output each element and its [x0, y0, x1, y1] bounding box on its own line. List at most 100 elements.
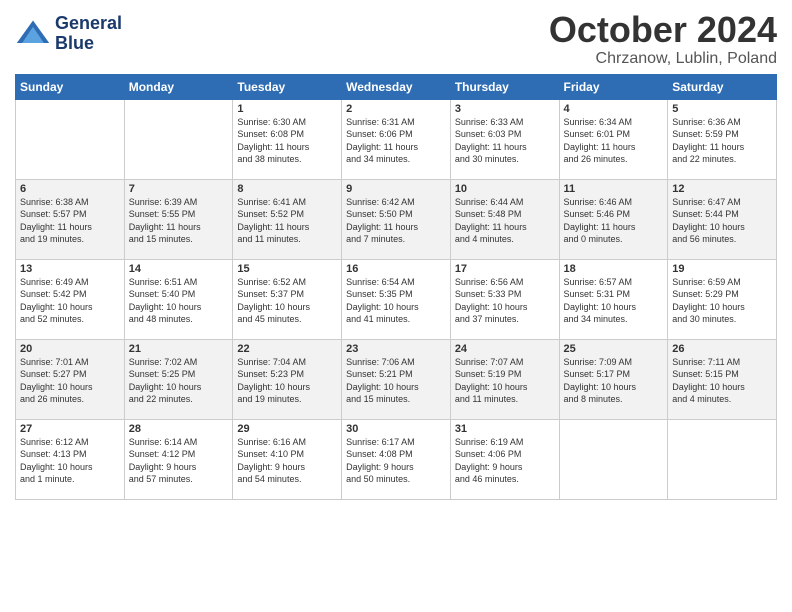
calendar-week-4: 20Sunrise: 7:01 AM Sunset: 5:27 PM Dayli…: [16, 339, 777, 419]
day-number: 23: [346, 343, 446, 355]
cell-info: Sunrise: 6:59 AM Sunset: 5:29 PM Dayligh…: [672, 276, 772, 326]
col-thursday: Thursday: [450, 74, 559, 99]
cell-info: Sunrise: 6:31 AM Sunset: 6:06 PM Dayligh…: [346, 116, 446, 166]
calendar-cell: 27Sunrise: 6:12 AM Sunset: 4:13 PM Dayli…: [16, 419, 125, 499]
day-number: 7: [129, 183, 229, 195]
calendar-cell: 12Sunrise: 6:47 AM Sunset: 5:44 PM Dayli…: [668, 179, 777, 259]
cell-info: Sunrise: 7:07 AM Sunset: 5:19 PM Dayligh…: [455, 356, 555, 406]
calendar-week-5: 27Sunrise: 6:12 AM Sunset: 4:13 PM Dayli…: [16, 419, 777, 499]
title-block: October 2024 Chrzanow, Lublin, Poland: [549, 10, 777, 68]
cell-info: Sunrise: 6:12 AM Sunset: 4:13 PM Dayligh…: [20, 436, 120, 486]
cell-info: Sunrise: 6:14 AM Sunset: 4:12 PM Dayligh…: [129, 436, 229, 486]
calendar-cell: 22Sunrise: 7:04 AM Sunset: 5:23 PM Dayli…: [233, 339, 342, 419]
day-number: 15: [237, 263, 337, 275]
day-number: 8: [237, 183, 337, 195]
calendar-cell: 26Sunrise: 7:11 AM Sunset: 5:15 PM Dayli…: [668, 339, 777, 419]
day-number: 20: [20, 343, 120, 355]
calendar-week-1: 1Sunrise: 6:30 AM Sunset: 6:08 PM Daylig…: [16, 99, 777, 179]
col-monday: Monday: [124, 74, 233, 99]
day-number: 26: [672, 343, 772, 355]
calendar-cell: 5Sunrise: 6:36 AM Sunset: 5:59 PM Daylig…: [668, 99, 777, 179]
calendar-cell: 6Sunrise: 6:38 AM Sunset: 5:57 PM Daylig…: [16, 179, 125, 259]
calendar-cell: 21Sunrise: 7:02 AM Sunset: 5:25 PM Dayli…: [124, 339, 233, 419]
location-title: Chrzanow, Lublin, Poland: [549, 50, 777, 68]
cell-info: Sunrise: 6:51 AM Sunset: 5:40 PM Dayligh…: [129, 276, 229, 326]
calendar-cell: 20Sunrise: 7:01 AM Sunset: 5:27 PM Dayli…: [16, 339, 125, 419]
cell-info: Sunrise: 7:06 AM Sunset: 5:21 PM Dayligh…: [346, 356, 446, 406]
day-number: 18: [564, 263, 664, 275]
calendar-cell: 8Sunrise: 6:41 AM Sunset: 5:52 PM Daylig…: [233, 179, 342, 259]
day-number: 19: [672, 263, 772, 275]
cell-info: Sunrise: 7:01 AM Sunset: 5:27 PM Dayligh…: [20, 356, 120, 406]
day-number: 4: [564, 103, 664, 115]
cell-info: Sunrise: 6:36 AM Sunset: 5:59 PM Dayligh…: [672, 116, 772, 166]
cell-info: Sunrise: 6:56 AM Sunset: 5:33 PM Dayligh…: [455, 276, 555, 326]
cell-info: Sunrise: 6:39 AM Sunset: 5:55 PM Dayligh…: [129, 196, 229, 246]
day-number: 6: [20, 183, 120, 195]
calendar-cell: [559, 419, 668, 499]
cell-info: Sunrise: 6:46 AM Sunset: 5:46 PM Dayligh…: [564, 196, 664, 246]
calendar-cell: [124, 99, 233, 179]
calendar-cell: 2Sunrise: 6:31 AM Sunset: 6:06 PM Daylig…: [342, 99, 451, 179]
day-number: 22: [237, 343, 337, 355]
calendar-week-2: 6Sunrise: 6:38 AM Sunset: 5:57 PM Daylig…: [16, 179, 777, 259]
calendar-cell: 11Sunrise: 6:46 AM Sunset: 5:46 PM Dayli…: [559, 179, 668, 259]
col-wednesday: Wednesday: [342, 74, 451, 99]
cell-info: Sunrise: 6:44 AM Sunset: 5:48 PM Dayligh…: [455, 196, 555, 246]
cell-info: Sunrise: 6:42 AM Sunset: 5:50 PM Dayligh…: [346, 196, 446, 246]
day-number: 10: [455, 183, 555, 195]
cell-info: Sunrise: 7:09 AM Sunset: 5:17 PM Dayligh…: [564, 356, 664, 406]
calendar-cell: 3Sunrise: 6:33 AM Sunset: 6:03 PM Daylig…: [450, 99, 559, 179]
day-number: 16: [346, 263, 446, 275]
calendar-cell: [668, 419, 777, 499]
calendar-cell: 4Sunrise: 6:34 AM Sunset: 6:01 PM Daylig…: [559, 99, 668, 179]
calendar-cell: 14Sunrise: 6:51 AM Sunset: 5:40 PM Dayli…: [124, 259, 233, 339]
month-title: October 2024: [549, 10, 777, 50]
calendar-cell: 19Sunrise: 6:59 AM Sunset: 5:29 PM Dayli…: [668, 259, 777, 339]
calendar-cell: 25Sunrise: 7:09 AM Sunset: 5:17 PM Dayli…: [559, 339, 668, 419]
calendar-cell: 29Sunrise: 6:16 AM Sunset: 4:10 PM Dayli…: [233, 419, 342, 499]
cell-info: Sunrise: 6:17 AM Sunset: 4:08 PM Dayligh…: [346, 436, 446, 486]
calendar-cell: [16, 99, 125, 179]
logo-icon: [15, 16, 51, 52]
logo-line1: General: [55, 13, 122, 33]
col-saturday: Saturday: [668, 74, 777, 99]
logo-line2: Blue: [55, 33, 94, 53]
cell-info: Sunrise: 6:30 AM Sunset: 6:08 PM Dayligh…: [237, 116, 337, 166]
calendar-cell: 9Sunrise: 6:42 AM Sunset: 5:50 PM Daylig…: [342, 179, 451, 259]
logo-text: General Blue: [55, 14, 122, 54]
cell-info: Sunrise: 7:02 AM Sunset: 5:25 PM Dayligh…: [129, 356, 229, 406]
day-number: 2: [346, 103, 446, 115]
col-tuesday: Tuesday: [233, 74, 342, 99]
calendar-cell: 23Sunrise: 7:06 AM Sunset: 5:21 PM Dayli…: [342, 339, 451, 419]
cell-info: Sunrise: 6:49 AM Sunset: 5:42 PM Dayligh…: [20, 276, 120, 326]
day-number: 14: [129, 263, 229, 275]
cell-info: Sunrise: 6:41 AM Sunset: 5:52 PM Dayligh…: [237, 196, 337, 246]
day-number: 21: [129, 343, 229, 355]
cell-info: Sunrise: 6:57 AM Sunset: 5:31 PM Dayligh…: [564, 276, 664, 326]
calendar-cell: 24Sunrise: 7:07 AM Sunset: 5:19 PM Dayli…: [450, 339, 559, 419]
day-number: 31: [455, 423, 555, 435]
cell-info: Sunrise: 6:47 AM Sunset: 5:44 PM Dayligh…: [672, 196, 772, 246]
calendar-week-3: 13Sunrise: 6:49 AM Sunset: 5:42 PM Dayli…: [16, 259, 777, 339]
page-container: General Blue October 2024 Chrzanow, Lubl…: [0, 0, 792, 510]
day-number: 24: [455, 343, 555, 355]
day-number: 11: [564, 183, 664, 195]
day-number: 9: [346, 183, 446, 195]
cell-info: Sunrise: 6:34 AM Sunset: 6:01 PM Dayligh…: [564, 116, 664, 166]
calendar-cell: 1Sunrise: 6:30 AM Sunset: 6:08 PM Daylig…: [233, 99, 342, 179]
day-number: 30: [346, 423, 446, 435]
day-number: 27: [20, 423, 120, 435]
col-friday: Friday: [559, 74, 668, 99]
cell-info: Sunrise: 6:54 AM Sunset: 5:35 PM Dayligh…: [346, 276, 446, 326]
calendar-cell: 10Sunrise: 6:44 AM Sunset: 5:48 PM Dayli…: [450, 179, 559, 259]
day-number: 13: [20, 263, 120, 275]
calendar-cell: 28Sunrise: 6:14 AM Sunset: 4:12 PM Dayli…: [124, 419, 233, 499]
day-number: 28: [129, 423, 229, 435]
day-number: 17: [455, 263, 555, 275]
header-row-days: Sunday Monday Tuesday Wednesday Thursday…: [16, 74, 777, 99]
cell-info: Sunrise: 6:33 AM Sunset: 6:03 PM Dayligh…: [455, 116, 555, 166]
day-number: 25: [564, 343, 664, 355]
day-number: 3: [455, 103, 555, 115]
col-sunday: Sunday: [16, 74, 125, 99]
